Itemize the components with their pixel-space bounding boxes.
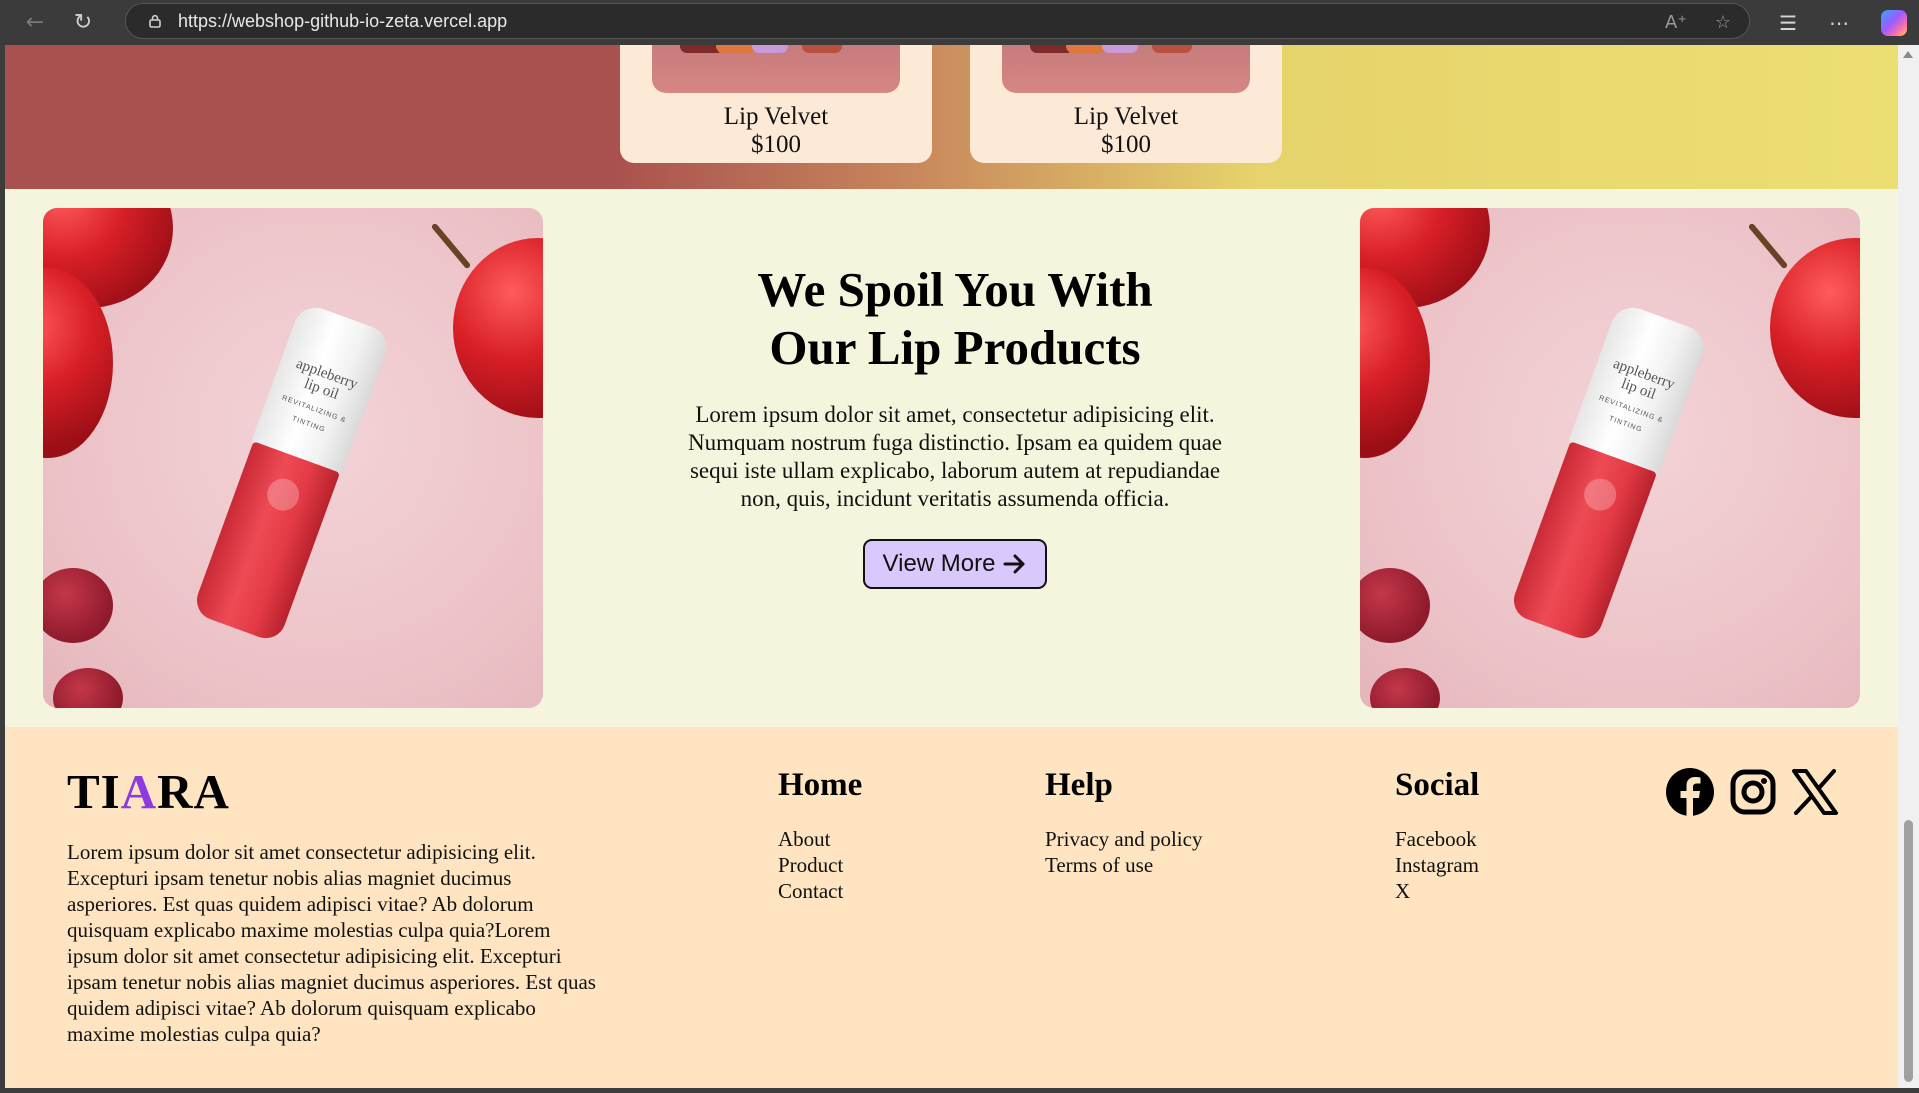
copilot-icon[interactable] bbox=[1881, 9, 1907, 36]
footer-column-social: Social Facebook Instagram X bbox=[1395, 767, 1479, 904]
arrow-right-icon bbox=[1003, 554, 1025, 574]
product-price: $100 bbox=[1101, 131, 1151, 158]
social-icons bbox=[1665, 767, 1839, 817]
promo-section: appleberry lip oil REVITALIZING & TINTIN… bbox=[5, 189, 1898, 727]
product-name: Lip Velvet bbox=[723, 103, 829, 130]
footer-heading: Social bbox=[1395, 767, 1480, 803]
footer-heading: Home bbox=[778, 767, 863, 803]
facebook-icon[interactable] bbox=[1665, 767, 1715, 817]
view-more-label: View More bbox=[882, 550, 996, 577]
product-name: Lip Velvet bbox=[1073, 103, 1179, 130]
favorites-icon[interactable]: ☰ bbox=[1779, 11, 1797, 35]
page-viewport: Lip Velvet $100 Lip Velvet $100 appleber… bbox=[5, 45, 1898, 1088]
view-more-button[interactable]: View More bbox=[862, 539, 1048, 589]
page-scrollbar[interactable] bbox=[1898, 45, 1919, 1093]
footer-column-help: Help Privacy and policy Terms of use bbox=[1045, 767, 1202, 878]
product-label: appleberry lip oil REVITALIZING & TINTIN… bbox=[280, 355, 360, 434]
promo-title: We Spoil You With Our Lip Products bbox=[757, 262, 1153, 375]
product-image bbox=[652, 45, 900, 93]
product-card[interactable]: Lip Velvet $100 bbox=[970, 45, 1282, 163]
window-bottom-edge bbox=[0, 1088, 1919, 1093]
footer-logo[interactable]: TIARA bbox=[67, 763, 230, 820]
footer-column-home: Home About Product Contact bbox=[778, 767, 862, 904]
footer-link-contact[interactable]: Contact bbox=[778, 878, 862, 904]
star-icon[interactable]: ☆ bbox=[1715, 12, 1731, 33]
footer-link-facebook[interactable]: Facebook bbox=[1395, 826, 1479, 852]
more-icon[interactable]: ⋯ bbox=[1829, 11, 1849, 35]
lock-icon[interactable] bbox=[148, 14, 162, 28]
footer-link-about[interactable]: About bbox=[778, 826, 862, 852]
scroll-up-arrow-icon[interactable] bbox=[1903, 51, 1913, 58]
site-footer: TIARA Lorem ipsum dolor sit amet consect… bbox=[5, 727, 1898, 1088]
footer-link-privacy[interactable]: Privacy and policy bbox=[1045, 826, 1202, 852]
lip-oil-photo-right: appleberry lip oil REVITALIZING & TINTIN… bbox=[1360, 208, 1860, 708]
footer-heading: Help bbox=[1045, 767, 1113, 803]
footer-link-terms[interactable]: Terms of use bbox=[1045, 852, 1202, 878]
footer-link-product[interactable]: Product bbox=[778, 852, 862, 878]
lip-oil-photo-left: appleberry lip oil REVITALIZING & TINTIN… bbox=[43, 208, 543, 708]
x-icon[interactable] bbox=[1791, 769, 1839, 815]
footer-link-x[interactable]: X bbox=[1395, 878, 1479, 904]
address-bar[interactable]: https://webshop-github-io-zeta.vercel.ap… bbox=[125, 3, 1750, 39]
product-image bbox=[1002, 45, 1250, 93]
product-card[interactable]: Lip Velvet $100 bbox=[620, 45, 932, 163]
product-price: $100 bbox=[751, 131, 801, 158]
url-text[interactable]: https://webshop-github-io-zeta.vercel.ap… bbox=[178, 11, 507, 32]
refresh-icon[interactable]: ↻ bbox=[63, 3, 103, 43]
product-label: appleberry lip oil REVITALIZING & TINTIN… bbox=[1597, 355, 1677, 434]
footer-description: Lorem ipsum dolor sit amet consectetur a… bbox=[67, 840, 596, 1046]
promo-content: We Spoil You With Our Lip Products Lorem… bbox=[635, 261, 1275, 589]
scroll-thumb[interactable] bbox=[1904, 820, 1913, 1082]
promo-description: Lorem ipsum dolor sit amet, consectetur … bbox=[688, 402, 1222, 511]
back-icon[interactable]: ← bbox=[15, 3, 55, 43]
product-band: Lip Velvet $100 Lip Velvet $100 bbox=[5, 45, 1898, 189]
instagram-icon[interactable] bbox=[1729, 768, 1777, 816]
footer-link-instagram[interactable]: Instagram bbox=[1395, 852, 1479, 878]
read-aloud-icon[interactable]: A⁺ bbox=[1665, 12, 1687, 33]
browser-toolbar: ← ↻ https://webshop-github-io-zeta.verce… bbox=[0, 0, 1919, 45]
